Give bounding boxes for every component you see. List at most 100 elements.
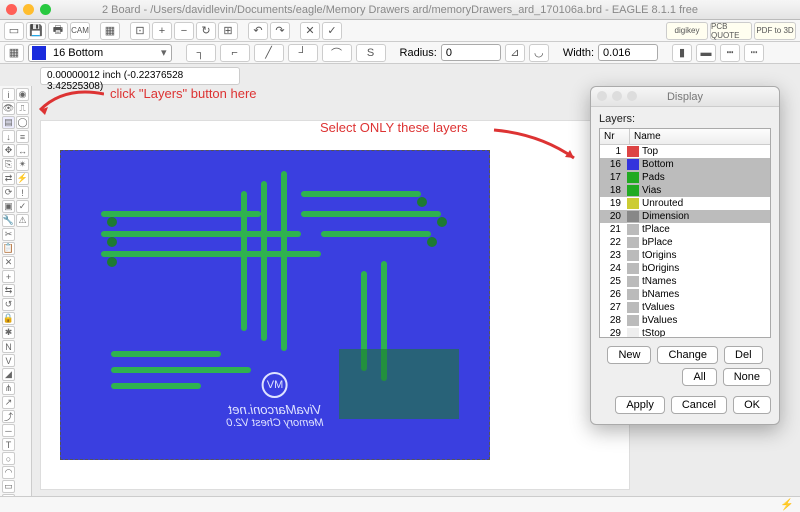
copy-tool[interactable]: ⎘: [2, 158, 15, 171]
pcb-board[interactable]: MV VivaMarconi.net Memory Chest V2.0: [60, 150, 490, 460]
layer-row[interactable]: 17Pads: [600, 171, 770, 184]
style-4[interactable]: ┉: [744, 44, 764, 62]
cancel-button[interactable]: Cancel: [671, 396, 727, 414]
route-tool[interactable]: ↗: [2, 396, 15, 409]
dialog-window-controls[interactable]: [597, 91, 637, 101]
arc-tool[interactable]: ◠: [2, 466, 15, 479]
cancel-button[interactable]: ✕: [300, 22, 320, 40]
split-tool[interactable]: ⋔: [2, 382, 15, 395]
show-tool[interactable]: 👁: [2, 102, 15, 115]
wire-bend-3[interactable]: ┘: [288, 44, 318, 62]
apply-button[interactable]: Apply: [615, 396, 665, 414]
coordinates-field[interactable]: 0.00000012 inch (-0.22376528 3.42525308): [40, 67, 240, 85]
zoom-in-button[interactable]: +: [152, 22, 172, 40]
mark-tool[interactable]: ↓: [2, 130, 15, 143]
zoom-out-button[interactable]: −: [174, 22, 194, 40]
mirror-tool[interactable]: ⇄: [2, 172, 15, 185]
grid-button[interactable]: ▦: [4, 44, 24, 62]
undo-button[interactable]: ↶: [248, 22, 268, 40]
layer-row[interactable]: 21tPlace: [600, 223, 770, 236]
miter-tool[interactable]: ◢: [2, 368, 15, 381]
miter-round-button[interactable]: ◡: [529, 44, 549, 62]
window-controls[interactable]: [6, 4, 51, 15]
text-tool[interactable]: T: [2, 438, 15, 451]
change-button[interactable]: Change: [657, 346, 718, 364]
add-tool[interactable]: +: [2, 270, 15, 283]
paste-tool[interactable]: 📋: [2, 242, 15, 255]
cut-tool[interactable]: ✂: [2, 228, 15, 241]
style-1[interactable]: ▮: [672, 44, 692, 62]
name-tool[interactable]: N: [2, 340, 15, 353]
zoom-icon[interactable]: [40, 4, 51, 15]
pinswap-tool[interactable]: ⇆: [2, 284, 15, 297]
ratsnest-tool[interactable]: ✴: [16, 158, 29, 171]
wire-tool[interactable]: ─: [2, 424, 15, 437]
ok-button[interactable]: OK: [733, 396, 771, 414]
drc-tool[interactable]: ✓: [16, 200, 29, 213]
wire-bend-5[interactable]: S: [356, 44, 386, 62]
radius-input[interactable]: 0: [441, 44, 501, 61]
del-button[interactable]: Del: [724, 346, 763, 364]
value-tool[interactable]: V: [2, 354, 15, 367]
layer-row[interactable]: 24bOrigins: [600, 262, 770, 275]
wire-bend-2[interactable]: ╱: [254, 44, 284, 62]
cam-button[interactable]: CAM: [70, 22, 90, 40]
info-tool[interactable]: i: [2, 88, 15, 101]
digikey-button[interactable]: digikey: [666, 22, 708, 40]
style-2[interactable]: ▬: [696, 44, 716, 62]
miter-button[interactable]: ⊿: [505, 44, 525, 62]
hole-tool[interactable]: ◯: [16, 116, 29, 129]
errors-tool[interactable]: ⚠: [16, 214, 29, 227]
change-tool[interactable]: 🔧: [2, 214, 15, 227]
replace-tool[interactable]: ↺: [2, 298, 15, 311]
layer-row[interactable]: 22bPlace: [600, 236, 770, 249]
layer-row[interactable]: 28bValues: [600, 314, 770, 327]
auto-tool[interactable]: ⚡: [16, 172, 29, 185]
close-icon[interactable]: [6, 4, 17, 15]
layer-list[interactable]: Nr Name 1Top16Bottom17Pads18Vias19Unrout…: [599, 128, 771, 338]
via-tool[interactable]: ◉: [16, 88, 29, 101]
zoom-select-button[interactable]: ⊞: [218, 22, 238, 40]
layer-row[interactable]: 18Vias: [600, 184, 770, 197]
save-button[interactable]: 💾: [26, 22, 46, 40]
new-button[interactable]: New: [607, 346, 651, 364]
layer-row[interactable]: 20Dimension: [600, 210, 770, 223]
signal-tool[interactable]: ⎍: [16, 102, 29, 115]
layer-select[interactable]: 16 Bottom ▾: [28, 44, 172, 62]
minimize-icon[interactable]: [23, 4, 34, 15]
layer-row[interactable]: 1Top: [600, 145, 770, 158]
none-button[interactable]: None: [723, 368, 771, 386]
layer-row[interactable]: 29tStop: [600, 327, 770, 338]
wire-bend-4[interactable]: ⌒: [322, 44, 352, 62]
ripup-tool[interactable]: ⤴: [2, 410, 15, 423]
smash-tool[interactable]: ✱: [2, 326, 15, 339]
rotate-tool[interactable]: ⟳: [2, 186, 15, 199]
pcb-quote-button[interactable]: PCB QUOTE: [710, 22, 752, 40]
layer-row[interactable]: 19Unrouted: [600, 197, 770, 210]
pdf-3d-button[interactable]: PDF to 3D: [754, 22, 796, 40]
layer-row[interactable]: 27tValues: [600, 301, 770, 314]
layer-row[interactable]: 16Bottom: [600, 158, 770, 171]
style-3[interactable]: ┅: [720, 44, 740, 62]
attribute-tool[interactable]: ≡: [16, 130, 29, 143]
print-button[interactable]: 🖶: [48, 22, 68, 40]
go-button[interactable]: ✓: [322, 22, 342, 40]
move-tool[interactable]: ✥: [2, 144, 15, 157]
open-button[interactable]: ▭: [4, 22, 24, 40]
layers-tool[interactable]: ▤: [2, 116, 15, 129]
circle-tool[interactable]: ○: [2, 452, 15, 465]
delete-tool[interactable]: ✕: [2, 256, 15, 269]
schematic-button[interactable]: ▦: [100, 22, 120, 40]
width-input[interactable]: 0.016: [598, 44, 658, 61]
lock-tool[interactable]: 🔒: [2, 312, 15, 325]
redo-button[interactable]: ↷: [270, 22, 290, 40]
layer-row[interactable]: 26bNames: [600, 288, 770, 301]
redraw-button[interactable]: ↻: [196, 22, 216, 40]
rect-tool[interactable]: ▭: [2, 480, 15, 493]
wire-bend-0[interactable]: ┐: [186, 44, 216, 62]
group-tool[interactable]: ▣: [2, 200, 15, 213]
all-button[interactable]: All: [682, 368, 716, 386]
dimension-tool[interactable]: ↔: [16, 144, 29, 157]
zoom-fit-button[interactable]: ⊡: [130, 22, 150, 40]
erc-tool[interactable]: !: [16, 186, 29, 199]
